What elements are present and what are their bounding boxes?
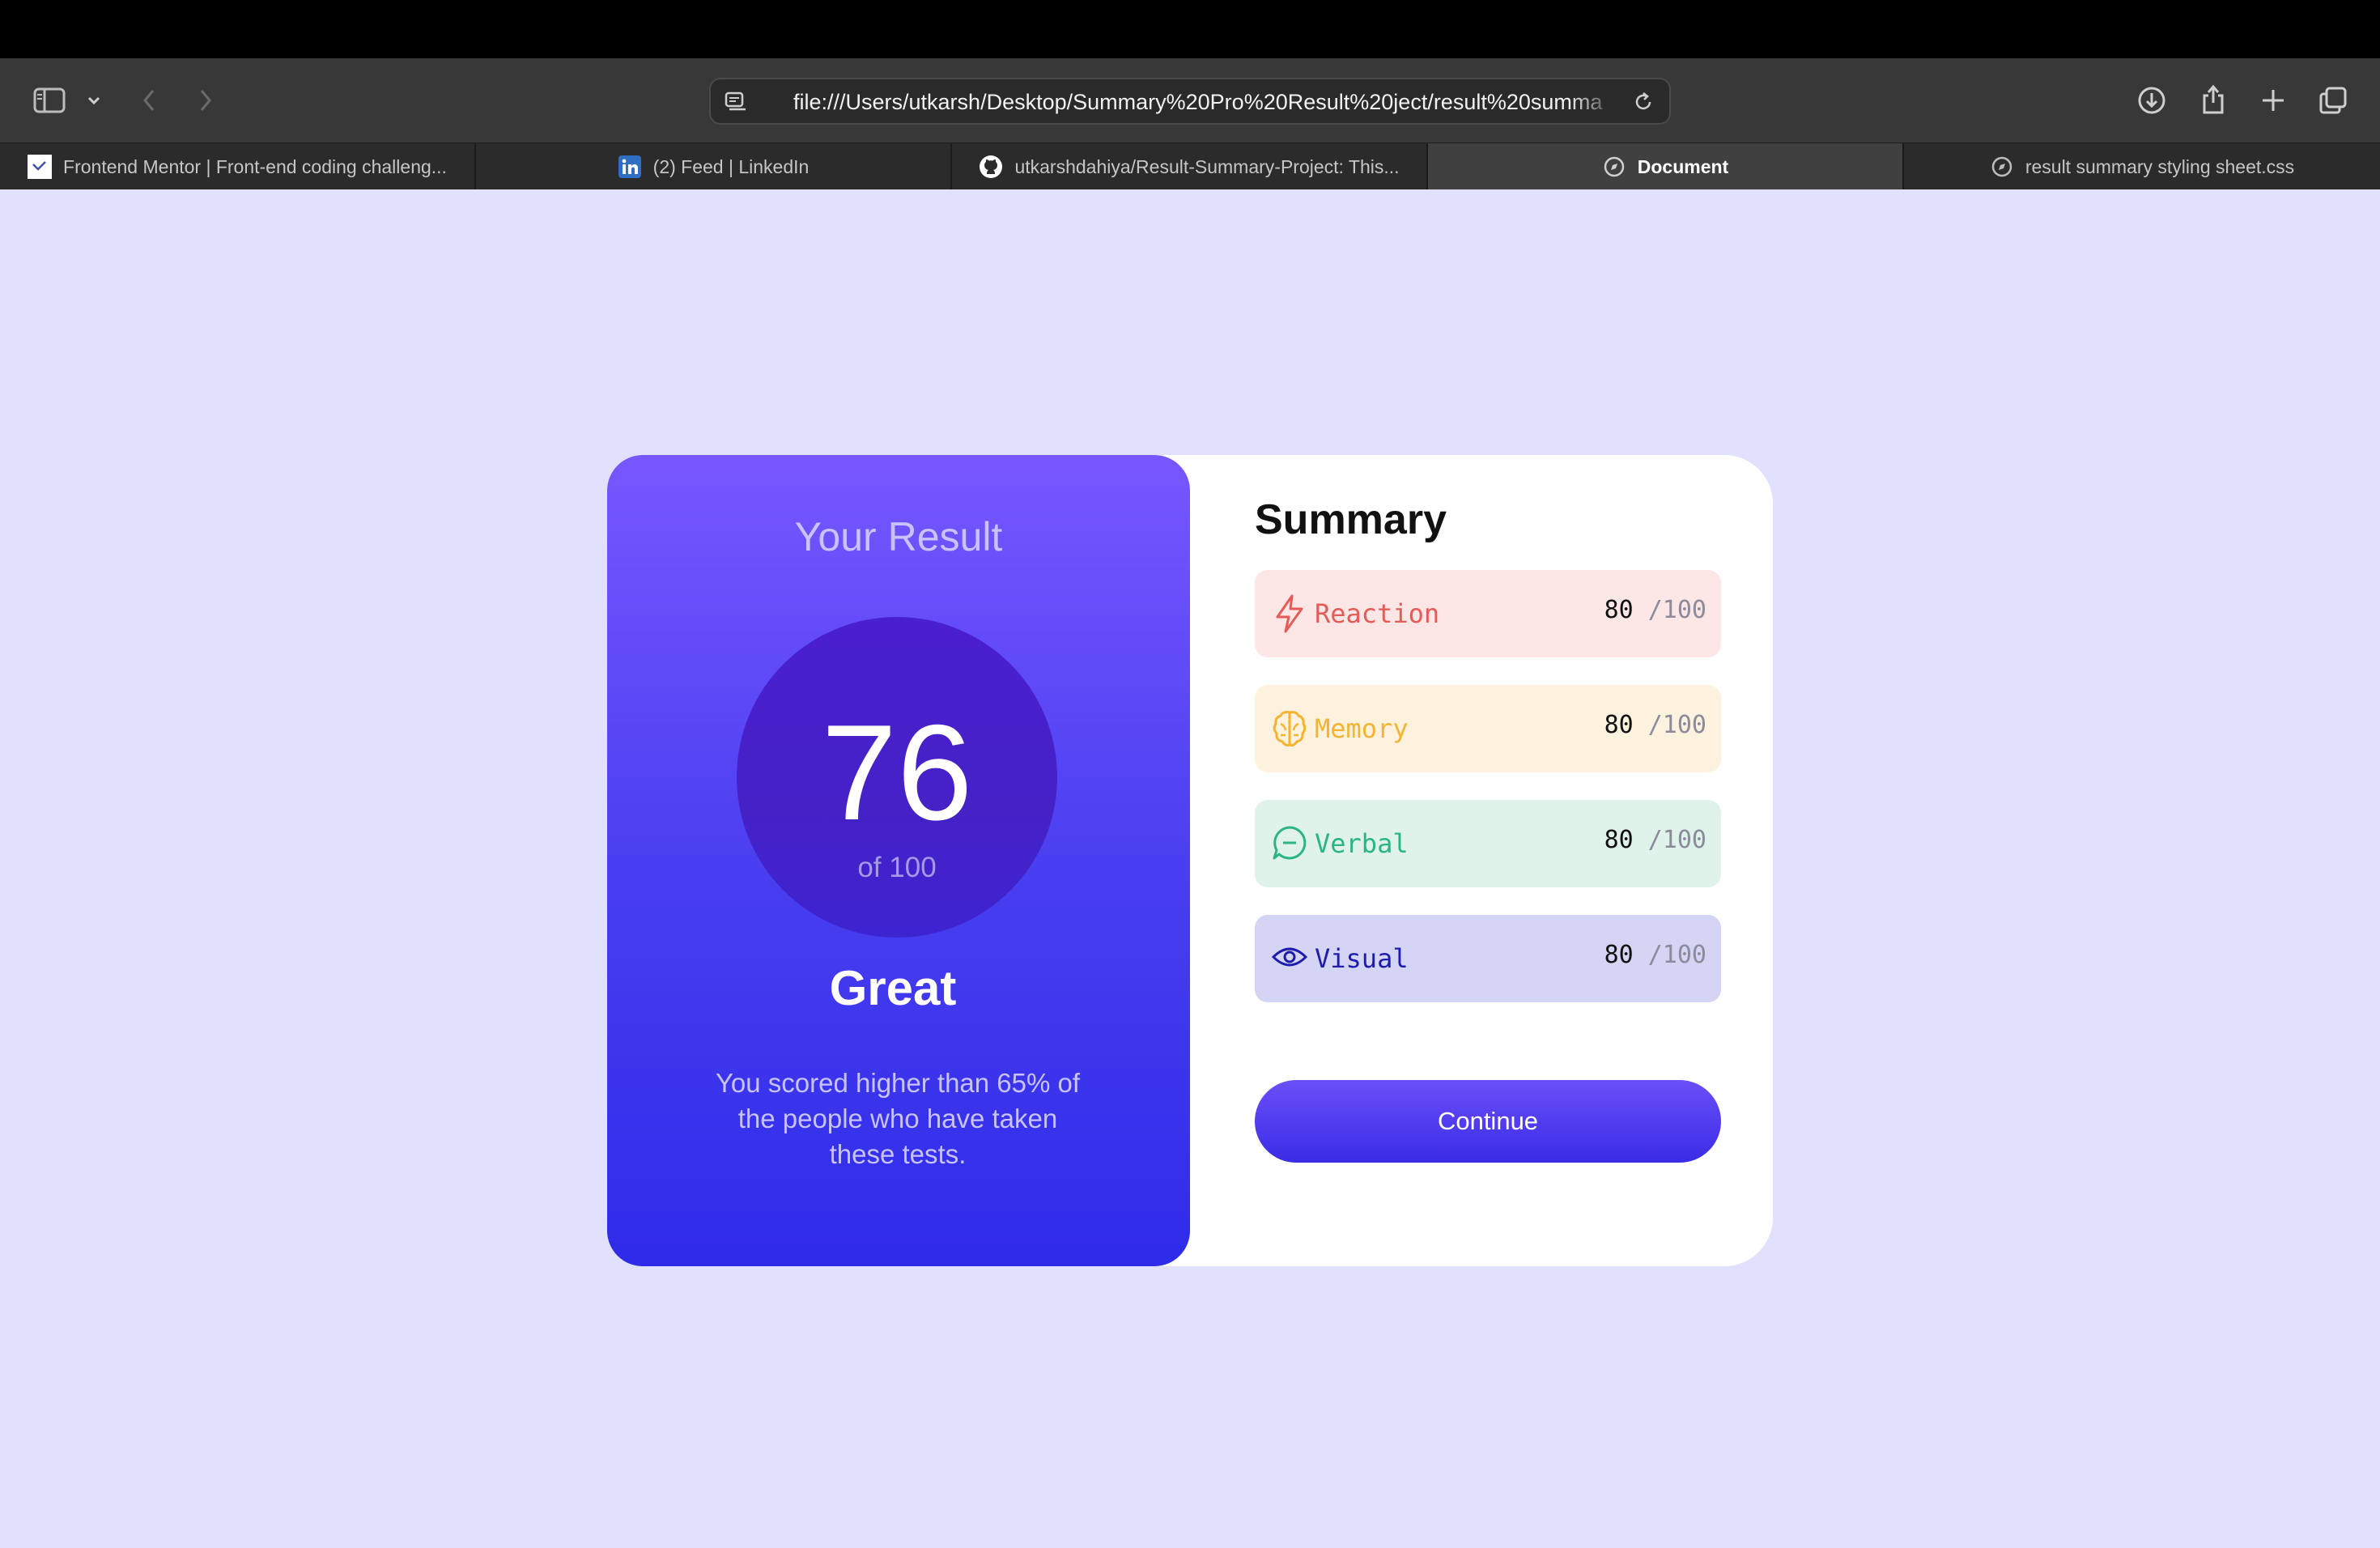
sidebar-toggle-icon[interactable] xyxy=(31,84,68,117)
new-tab-icon[interactable] xyxy=(2255,83,2291,118)
chevron-down-icon[interactable] xyxy=(83,91,105,110)
reload-icon[interactable] xyxy=(1629,87,1658,117)
tab-frontend-mentor[interactable]: Frontend Mentor | Front-end coding chall… xyxy=(0,143,476,190)
compass-icon xyxy=(1990,155,2014,179)
summary-row-score: 80 /100 xyxy=(1604,711,1706,739)
brain-icon xyxy=(1271,708,1308,750)
compass-icon xyxy=(1602,155,1626,179)
download-icon[interactable] xyxy=(2134,83,2170,118)
score-out-of: of 100 xyxy=(857,852,937,883)
tab-overview-icon[interactable] xyxy=(2315,83,2351,118)
lightning-icon xyxy=(1271,593,1308,635)
tab-document[interactable]: Document xyxy=(1428,143,1904,190)
summary-row-memory: Memory 80 /100 xyxy=(1255,685,1721,772)
tab-label: result summary styling sheet.css xyxy=(2025,155,2295,177)
grade-label: Great xyxy=(829,961,957,1015)
page-viewport: Your Result 76 of 100 Great You scored h… xyxy=(0,189,2380,1548)
share-icon[interactable] xyxy=(2195,79,2231,118)
tab-label: Frontend Mentor | Front-end coding chall… xyxy=(63,155,447,177)
tab-label: (2) Feed | LinkedIn xyxy=(652,155,810,177)
summary-row-visual: Visual 80 /100 xyxy=(1255,915,1721,1002)
tab-stylesheet[interactable]: result summary styling sheet.css xyxy=(1904,143,2380,190)
summary-row-score: 80 /100 xyxy=(1604,941,1706,969)
url-fade xyxy=(1569,84,1617,120)
frontend-mentor-favicon xyxy=(28,155,53,179)
summary-row-verbal: Verbal 80 /100 xyxy=(1255,800,1721,887)
chat-icon xyxy=(1271,823,1308,865)
result-summary-card: Your Result 76 of 100 Great You scored h… xyxy=(607,455,1773,1266)
summary-row-label: Visual xyxy=(1315,943,1409,974)
address-bar[interactable]: file:///Users/utkarsh/Desktop/Summary%20… xyxy=(709,78,1671,125)
result-description: You scored higher than 65% of the people… xyxy=(715,1068,1081,1169)
summary-row-label: Memory xyxy=(1315,713,1409,744)
score-circle: 76 of 100 xyxy=(737,617,1057,938)
summary-row-score: 80 /100 xyxy=(1604,826,1706,854)
forward-icon[interactable] xyxy=(193,83,219,118)
linkedin-favicon xyxy=(618,155,642,179)
continue-button[interactable]: Continue xyxy=(1255,1080,1721,1163)
summary-row-reaction: Reaction 80 /100 xyxy=(1255,570,1721,657)
github-favicon xyxy=(979,155,1003,179)
summary-row-score: 80 /100 xyxy=(1604,596,1706,624)
tab-label: utkarshdahiya/Result-Summary-Project: Th… xyxy=(1014,155,1400,177)
back-icon[interactable] xyxy=(136,83,162,118)
screen-top-bar xyxy=(0,0,2380,58)
tab-linkedin[interactable]: (2) Feed | LinkedIn xyxy=(476,143,952,190)
page-menu-icon[interactable] xyxy=(720,86,753,118)
score-value: 76 xyxy=(821,696,973,848)
summary-row-label: Reaction xyxy=(1315,598,1440,629)
tab-label: Document xyxy=(1637,155,1729,177)
summary-title: Summary xyxy=(1255,496,1447,543)
tab-bar: Frontend Mentor | Front-end coding chall… xyxy=(0,142,2380,190)
eye-icon xyxy=(1271,938,1308,980)
tab-github[interactable]: utkarshdahiya/Result-Summary-Project: Th… xyxy=(952,143,1428,190)
summary-row-label: Verbal xyxy=(1315,828,1409,859)
result-title: Your Result xyxy=(794,514,1003,559)
url-text[interactable]: file:///Users/utkarsh/Desktop/Summary%20… xyxy=(793,87,1603,117)
result-panel: Your Result 76 of 100 Great You scored h… xyxy=(607,455,1190,1266)
